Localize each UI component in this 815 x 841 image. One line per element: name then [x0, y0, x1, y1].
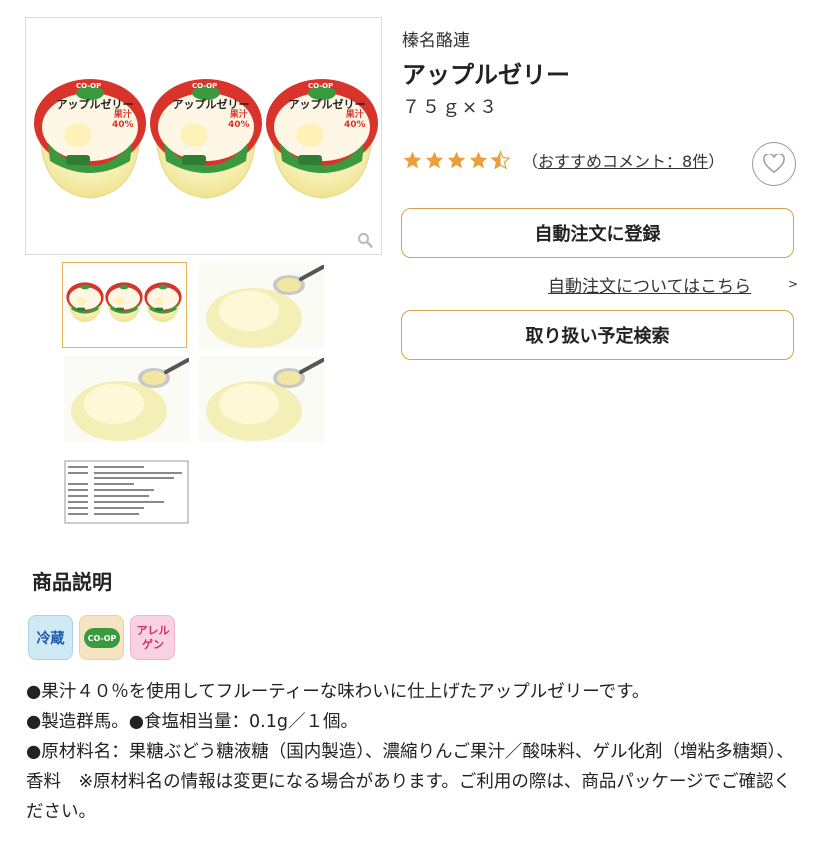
star-half-icon: [490, 149, 511, 169]
product-main-image[interactable]: アップルゼリー アップルゼリー アップルゼリー CO-OP CO-OP CO-O…: [25, 17, 382, 255]
description-line: ●製造群馬。●食塩相当量：0.1g／１個。: [26, 712, 358, 732]
star-full-icon: [447, 151, 466, 168]
thumbnail-label[interactable]: [64, 460, 189, 524]
product-title: アップルゼリー: [402, 61, 570, 89]
thumbnail-label-image: [64, 460, 189, 524]
star-full-icon: [403, 151, 422, 168]
favorite-button[interactable]: [752, 142, 796, 186]
maker-name: 榛名酪連: [402, 31, 470, 51]
package-brand-label: CO-OP: [192, 82, 218, 90]
thumbnail-jelly-image: [199, 356, 324, 442]
thumbnail-package[interactable]: [62, 262, 187, 348]
rating-row: （おすすめコメント：8件）: [402, 146, 724, 174]
recommend-comments-link[interactable]: おすすめコメント：8件: [538, 152, 708, 171]
thumbnail-jelly-spoon-1[interactable]: [199, 263, 324, 349]
allergen-badge-icon: アレルゲン: [130, 615, 175, 660]
description-line: ●果汁４０％を使用してフルーティーな味わいに仕上げたアップルゼリーです。: [26, 682, 650, 702]
juice-label: 果汁 40%: [228, 110, 250, 130]
star-full-icon: [425, 151, 444, 168]
description-line: ●原材料名：果糖ぶどう糖液糖（国内製造）、濃縮りんご果汁／酸味料、ゲル化剤（増粘…: [26, 742, 794, 822]
thumbnail-jelly-spoon-3[interactable]: [199, 356, 324, 442]
heart-icon: [763, 154, 785, 174]
thumbnail-jelly-image: [64, 356, 189, 442]
package-brand-label: CO-OP: [76, 82, 102, 90]
auto-order-info-link[interactable]: 自動注文についてはこちら: [548, 272, 751, 297]
handling-schedule-search-button[interactable]: 取り扱い予定検索: [401, 310, 794, 360]
product-package-illustration: [26, 18, 381, 254]
thumbnail-package-image: [66, 282, 182, 323]
star-full-icon: [469, 151, 488, 168]
description-heading: 商品説明: [32, 570, 112, 594]
thumbnail-jelly-spoon-2[interactable]: [64, 356, 189, 442]
coop-badge-icon: CO-OP: [79, 615, 124, 660]
juice-label: 果汁 40%: [112, 110, 134, 130]
description-body: ●果汁４０％を使用してフルーティーな味わいに仕上げたアップルゼリーです。 ●製造…: [26, 677, 806, 827]
auto-order-button[interactable]: 自動注文に登録: [401, 208, 794, 258]
zoom-icon[interactable]: [357, 232, 373, 248]
product-size: ７５ｇ×３: [402, 97, 500, 118]
thumbnail-jelly-image: [199, 263, 324, 349]
package-brand-label: CO-OP: [308, 82, 334, 90]
refrigerated-badge-icon: 冷蔵: [28, 615, 73, 660]
juice-label: 果汁 40%: [344, 110, 366, 130]
chevron-right-icon[interactable]: >: [788, 277, 798, 291]
recommend-comments: （おすすめコメント：8件）: [522, 152, 725, 171]
